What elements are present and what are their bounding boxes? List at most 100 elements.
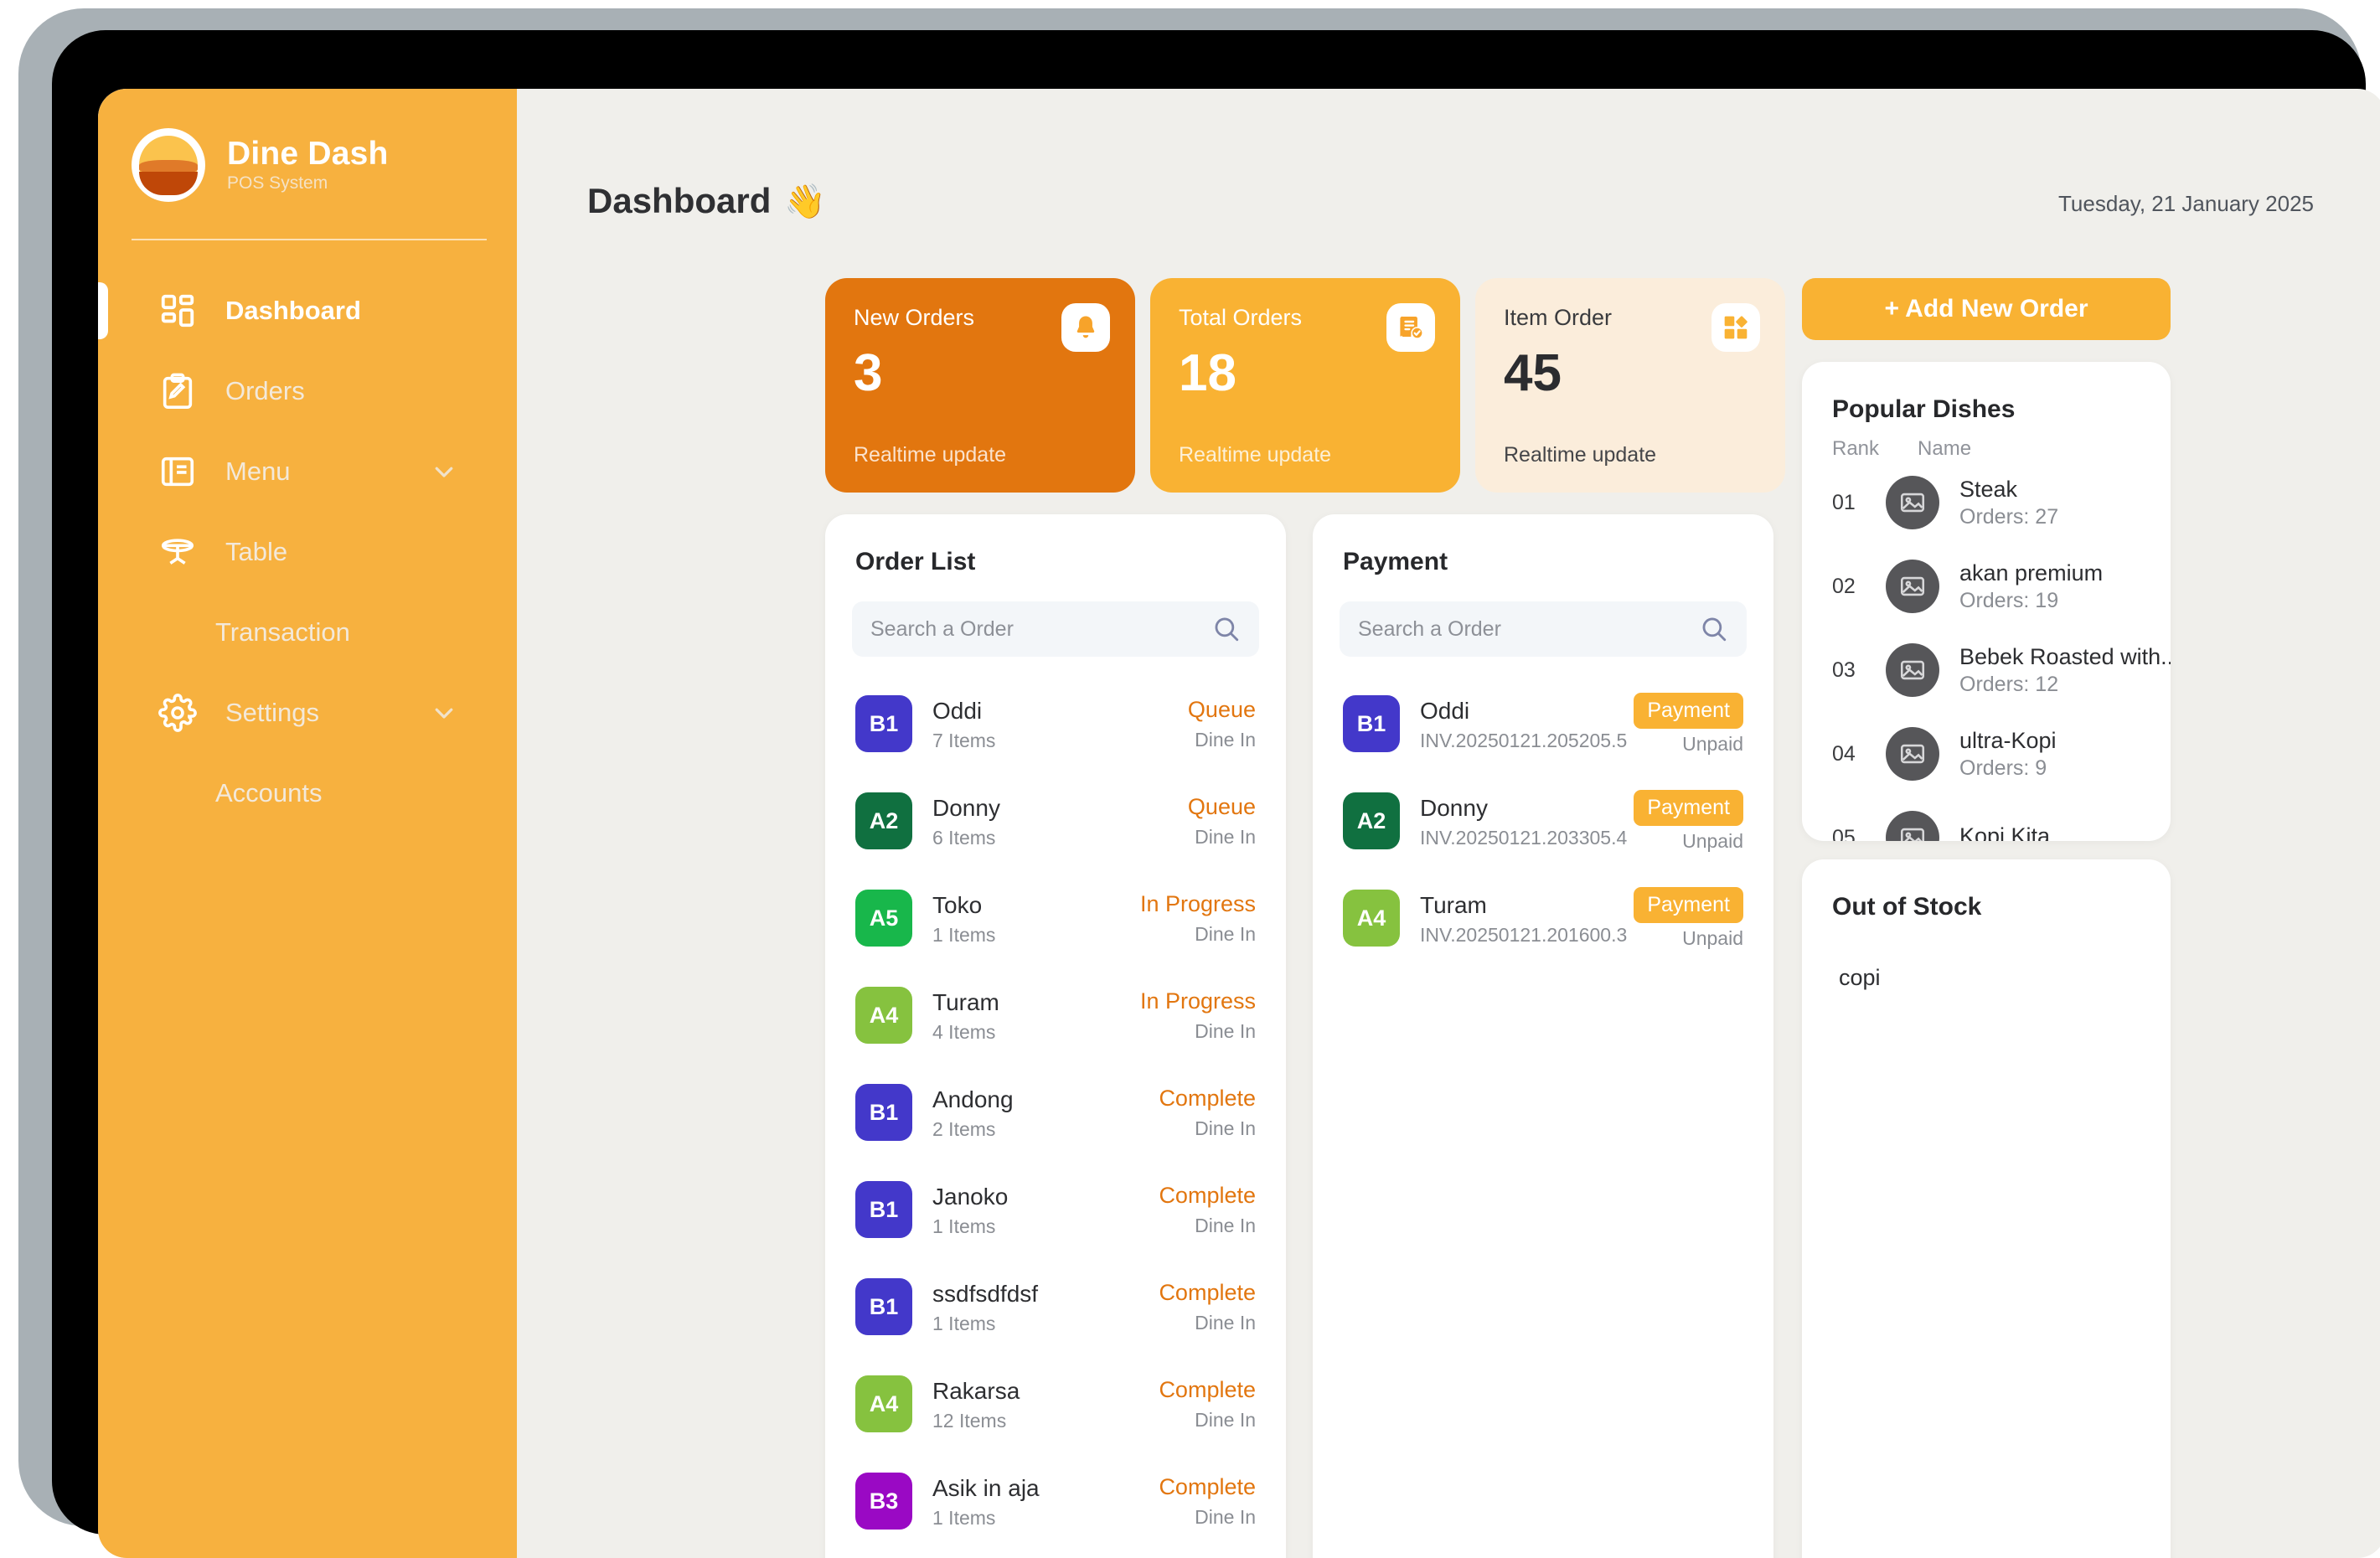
screen: Dine Dash POS System Dashboard Orders Menu… — [98, 89, 2380, 1558]
customer-name: Donny — [932, 794, 1000, 821]
search-icon[interactable] — [1700, 615, 1728, 643]
order-type: Dine In — [1195, 1117, 1256, 1139]
table-tag: A4 — [1343, 890, 1400, 947]
out-of-stock-item: copi — [1839, 965, 1881, 990]
payment-row[interactable]: A4 Turam INV.20250121.201600.3 Payment Unpai… — [1313, 869, 1773, 967]
image-icon — [1886, 643, 1939, 697]
order-list-row[interactable]: A5 Toko 1 Items In Progress Dine In — [825, 869, 1286, 967]
table-tag: B1 — [855, 695, 912, 752]
item-count: 1 Items — [932, 1312, 996, 1334]
column-rank: Rank — [1832, 437, 1880, 460]
sidebar-item-label: Orders — [225, 376, 305, 405]
customer-name: Donny — [1420, 794, 1488, 821]
table-tag: B1 — [855, 1084, 912, 1141]
customer-name: Oddi — [932, 697, 983, 724]
table-tag: B1 — [1343, 695, 1400, 752]
chevron-down-icon[interactable] — [431, 459, 457, 484]
payment-button[interactable]: Payment — [1634, 886, 1743, 923]
chevron-down-icon[interactable] — [431, 700, 457, 725]
device-outer-frame: Dine Dash POS System Dashboard Orders Menu… — [18, 8, 2380, 1558]
sidebar-item-label: Settings — [225, 698, 320, 727]
stat-footer: Realtime update — [1504, 443, 1657, 467]
order-type: Dine In — [1195, 1408, 1256, 1431]
table-tag: B1 — [855, 1278, 912, 1335]
device-bezel: Dine Dash POS System Dashboard Orders Menu… — [52, 30, 2380, 1558]
popular-dish-row[interactable]: 01 Steak Orders: 27 — [1802, 461, 2171, 544]
stat-footer: Realtime update — [1179, 443, 1332, 467]
sidebar-item-transaction[interactable]: Transaction — [98, 592, 517, 673]
order-list-panel: Order List B1 Oddi 7 Items Queue Dine In A2 Do… — [825, 514, 1286, 1558]
stat-value: 45 — [1504, 344, 1562, 402]
gear-icon — [158, 694, 197, 732]
dine-dash-logo-icon — [132, 128, 205, 202]
dish-orders: Orders: 9 — [1959, 756, 2047, 781]
grid-icon — [158, 291, 197, 330]
search-icon[interactable] — [1212, 615, 1241, 643]
sidebar-item-orders[interactable]: Orders — [98, 351, 517, 431]
order-status: Complete — [1159, 1280, 1256, 1306]
out-of-stock-rows: copi — [1802, 921, 2171, 991]
order-list-row[interactable]: B1 Andong 2 Items Complete Dine In — [825, 1064, 1286, 1161]
sidebar-item-menu[interactable]: Menu — [98, 431, 517, 512]
dish-rank: 02 — [1832, 574, 1856, 598]
sidebar-item-dashboard[interactable]: Dashboard — [98, 271, 517, 351]
table-tag: A4 — [855, 987, 912, 1044]
payment-search-input[interactable] — [1358, 616, 1700, 642]
order-list-row[interactable]: A4 Turam 4 Items In Progress Dine In — [825, 967, 1286, 1064]
payment-row[interactable]: A2 Donny INV.20250121.203305.4 Payment Unpai… — [1313, 772, 1773, 869]
order-list-row[interactable]: B3 Asik in aja 1 Items Complete Dine In — [825, 1452, 1286, 1550]
popular-dish-row[interactable]: 03 Bebek Roasted with... Orders: 12 — [1802, 628, 2171, 712]
order-type: Dine In — [1195, 1214, 1256, 1236]
customer-name: Rakarsa — [932, 1377, 1020, 1404]
payment-row[interactable]: B1 Oddi INV.20250121.205205.5 Payment Unpaid — [1313, 675, 1773, 772]
popular-dish-row[interactable]: 04 ultra-Kopi Orders: 9 — [1802, 712, 2171, 796]
dish-name: ultra-Kopi — [1959, 727, 2057, 753]
payment-search[interactable] — [1340, 601, 1747, 657]
order-list-row[interactable]: A4 Rakarsa 12 Items Complete Dine In — [825, 1355, 1286, 1452]
order-list-row[interactable]: A2 Donny 6 Items Queue Dine In — [825, 772, 1286, 869]
invoice-check-icon — [1386, 303, 1435, 352]
payment-button[interactable]: Payment — [1634, 789, 1743, 826]
image-icon — [1886, 811, 1939, 841]
order-list-row[interactable]: B1 Janoko 1 Items Complete Dine In — [825, 1161, 1286, 1258]
add-new-order-button[interactable]: + Add New Order — [1802, 278, 2171, 340]
invoice-number: INV.20250121.205205.5 — [1420, 729, 1628, 751]
order-type: Dine In — [1195, 1505, 1256, 1528]
item-count: 4 Items — [932, 1020, 996, 1043]
item-count: 1 Items — [932, 923, 996, 946]
sidebar-item-label: Dashboard — [225, 296, 361, 325]
order-type: Dine In — [1195, 728, 1256, 751]
popular-dish-row[interactable]: 05 Kopi Kita — [1802, 796, 2171, 841]
payment-panel: Payment B1 Oddi INV.20250121.205205.5 Payme… — [1313, 514, 1773, 1558]
order-list-search-input[interactable] — [870, 616, 1212, 642]
dish-rank: 01 — [1832, 490, 1856, 514]
sidebar-item-label: Menu — [225, 457, 291, 486]
order-status: In Progress — [1139, 891, 1256, 917]
sidebar-item-accounts[interactable]: Accounts — [98, 753, 517, 833]
sidebar-item-table[interactable]: Table — [98, 512, 517, 592]
order-list-title: Order List — [855, 548, 976, 575]
stat-card-item-order[interactable]: Item Order 45 Realtime update — [1475, 278, 1785, 493]
sidebar-item-settings[interactable]: Settings — [98, 673, 517, 753]
payment-button[interactable]: Payment — [1634, 692, 1743, 729]
order-status: Complete — [1159, 1183, 1256, 1209]
customer-name: Toko — [932, 891, 983, 918]
stat-card-new-orders[interactable]: New Orders 3 Realtime update — [825, 278, 1135, 493]
customer-name: Oddi — [1420, 697, 1470, 724]
item-count: 12 Items — [932, 1409, 1007, 1432]
order-list-search[interactable] — [852, 601, 1259, 657]
dish-rank: 04 — [1832, 741, 1856, 766]
order-status: In Progress — [1139, 988, 1256, 1014]
stat-card-total-orders[interactable]: Total Orders 18 Realtime update — [1150, 278, 1460, 493]
order-status: Complete — [1159, 1474, 1256, 1500]
item-count: 1 Items — [932, 1506, 996, 1529]
order-list-row[interactable]: B1 Oddi 7 Items Queue Dine In — [825, 675, 1286, 772]
table-tag: B1 — [855, 1181, 912, 1238]
order-status: Queue — [1187, 794, 1256, 820]
order-list-row[interactable]: B1 ssdfsdfdsf 1 Items Complete Dine In — [825, 1258, 1286, 1355]
popular-dish-row[interactable]: 02 akan premium Orders: 19 — [1802, 544, 2171, 628]
order-list-row[interactable]: Fajar BachtiarComplete — [825, 1550, 1286, 1558]
dish-orders: Orders: 12 — [1959, 673, 2059, 697]
order-type: Dine In — [1195, 825, 1256, 848]
out-of-stock-title: Out of Stock — [1832, 893, 1982, 921]
